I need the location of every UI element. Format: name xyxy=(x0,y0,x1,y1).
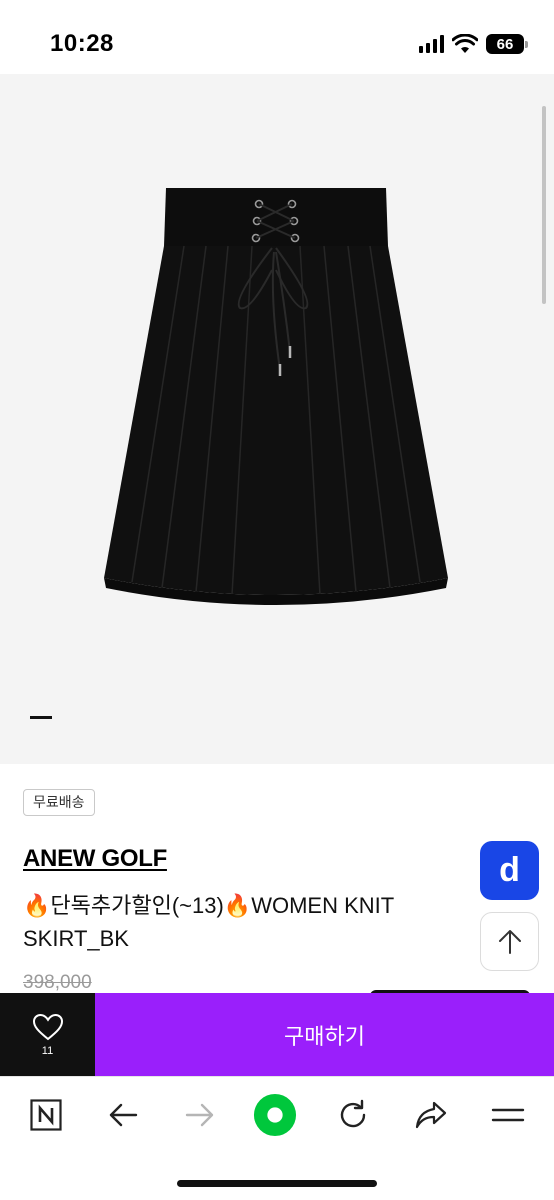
heart-icon xyxy=(32,1013,63,1040)
buy-button[interactable]: 구매하기 xyxy=(95,993,554,1076)
green-dot-home-icon[interactable] xyxy=(253,1093,297,1137)
product-image-carousel[interactable] xyxy=(0,74,554,764)
purchase-bar: 11 구매하기 xyxy=(0,993,554,1076)
refresh-icon[interactable] xyxy=(331,1093,375,1137)
d-logo-label: d xyxy=(499,851,520,889)
d-app-button[interactable]: d xyxy=(480,841,539,900)
original-price: 398,000 xyxy=(23,972,92,993)
product-page: 10:28 66 무료배송 ANEW GOLF 🔥단독추가할인(~13)🔥WOM… xyxy=(0,0,554,1200)
forward-arrow-icon[interactable] xyxy=(178,1093,222,1137)
battery-icon: 66 xyxy=(486,34,528,54)
like-count: 11 xyxy=(41,1044,54,1057)
product-title: 🔥단독추가할인(~13)🔥WOMEN KNIT SKIRT_BK xyxy=(23,893,394,951)
like-button[interactable]: 11 xyxy=(0,993,95,1076)
status-time: 10:28 xyxy=(50,30,114,57)
scrollbar[interactable] xyxy=(542,106,546,304)
share-icon[interactable] xyxy=(409,1093,453,1137)
menu-icon[interactable] xyxy=(486,1093,530,1137)
carousel-indicator xyxy=(30,716,52,719)
signal-icon xyxy=(419,35,444,53)
scroll-to-top-button[interactable] xyxy=(480,912,539,971)
arrow-up-icon xyxy=(498,929,521,954)
brand-link[interactable]: ANEW GOLF xyxy=(23,845,167,873)
status-bar: 10:28 66 xyxy=(0,0,554,74)
product-image[interactable] xyxy=(0,74,554,764)
status-icons: 66 xyxy=(419,32,528,56)
battery-level: 66 xyxy=(496,35,514,53)
naver-n-icon[interactable] xyxy=(24,1093,68,1137)
back-arrow-icon[interactable] xyxy=(101,1093,145,1137)
wifi-icon xyxy=(452,34,478,53)
free-shipping-badge: 무료배송 xyxy=(23,789,95,816)
home-indicator[interactable] xyxy=(177,1180,377,1187)
